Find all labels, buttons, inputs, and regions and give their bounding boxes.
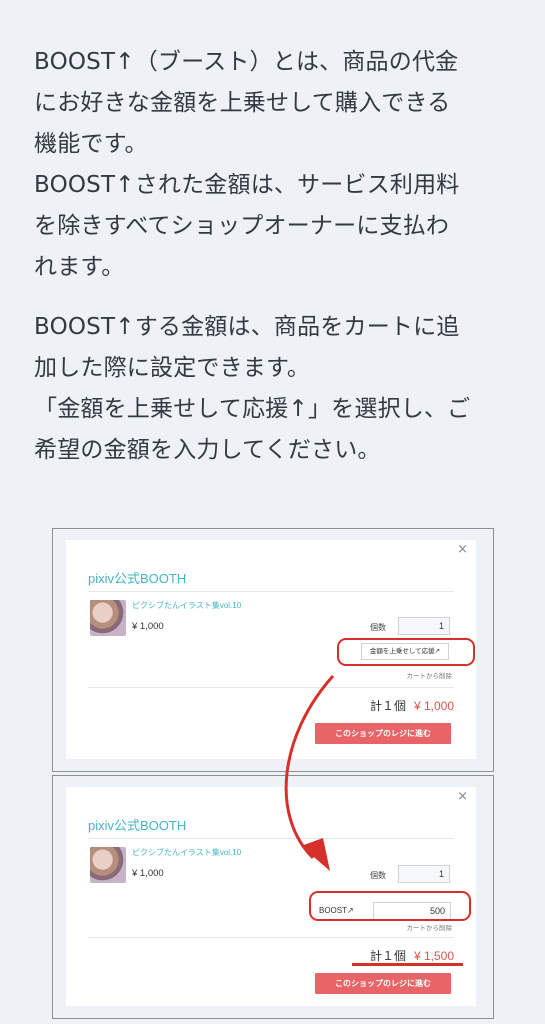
intro-line: 「金額を上乗せして応援↑」を選択し、ご	[34, 396, 471, 422]
intro-line: にお好きな金額を上乗せして購入できる	[34, 90, 451, 116]
intro-line: れます。	[34, 254, 125, 280]
shop-name-link[interactable]: pixiv公式BOOTH	[88, 815, 186, 834]
total-count: 計１個	[369, 949, 406, 963]
intro-line: 機能です。	[34, 131, 148, 157]
cart-screenshot-before: × pixiv公式BOOTH ピクシブたんイラスト集vol.10 ¥ 1,000…	[52, 528, 494, 772]
quantity-input[interactable]: 1	[398, 865, 450, 883]
total-amount: ¥ 1,000	[413, 699, 454, 713]
cart-screenshot-after: × pixiv公式BOOTH ピクシブたんイラスト集vol.10 ¥ 1,000…	[52, 775, 494, 1019]
quantity-input[interactable]: 1	[398, 617, 450, 635]
divider	[88, 591, 454, 592]
cart-total: 計１個 ¥ 1,500	[370, 947, 454, 964]
quantity-label: 個数	[370, 871, 386, 880]
item-title-link[interactable]: ピクシブたんイラスト集vol.10	[132, 847, 241, 858]
item-thumbnail[interactable]	[90, 847, 126, 883]
cart-modal: × pixiv公式BOOTH ピクシブたんイラスト集vol.10 ¥ 1,000…	[66, 540, 476, 759]
total-count: 計１個	[369, 699, 406, 713]
intro-text: BOOST↑（ブースト）とは、商品の代金 にお好きな金額を上乗せして購入できる …	[34, 42, 504, 471]
cart-modal: × pixiv公式BOOTH ピクシブたんイラスト集vol.10 ¥ 1,000…	[66, 787, 476, 1006]
intro-line: BOOST↑された金額は、サービス利用料	[34, 172, 460, 198]
total-amount: ¥ 1,500	[413, 949, 454, 963]
highlight-underline	[352, 963, 463, 966]
intro-line: BOOST↑（ブースト）とは、商品の代金	[34, 49, 459, 75]
item-price: ¥ 1,000	[132, 868, 164, 879]
item-title-link[interactable]: ピクシブたんイラスト集vol.10	[132, 600, 241, 611]
checkout-button[interactable]: このショップのレジに進む	[315, 723, 451, 744]
intro-line: を除きすべてショップオーナーに支払わ	[34, 213, 450, 239]
remove-from-cart-link[interactable]: カートから削除	[407, 922, 453, 932]
divider	[88, 687, 454, 688]
cart-total: 計１個 ¥ 1,000	[370, 697, 454, 714]
close-icon[interactable]: ×	[457, 542, 468, 557]
remove-from-cart-link[interactable]: カートから削除	[407, 670, 453, 680]
close-icon[interactable]: ×	[457, 789, 468, 804]
divider	[88, 838, 454, 839]
intro-line: 希望の金額を入力してください。	[34, 437, 381, 463]
item-thumbnail[interactable]	[90, 600, 126, 636]
item-price: ¥ 1,000	[132, 621, 164, 632]
highlight-ring	[337, 638, 475, 666]
intro-line: BOOST↑する金額は、商品をカートに追	[34, 314, 460, 340]
checkout-button[interactable]: このショップのレジに進む	[315, 973, 451, 994]
shop-name-link[interactable]: pixiv公式BOOTH	[88, 568, 186, 587]
quantity-label: 個数	[370, 623, 386, 632]
highlight-ring	[309, 891, 471, 921]
divider	[88, 937, 454, 938]
intro-line: 加した際に設定できます。	[34, 355, 311, 381]
